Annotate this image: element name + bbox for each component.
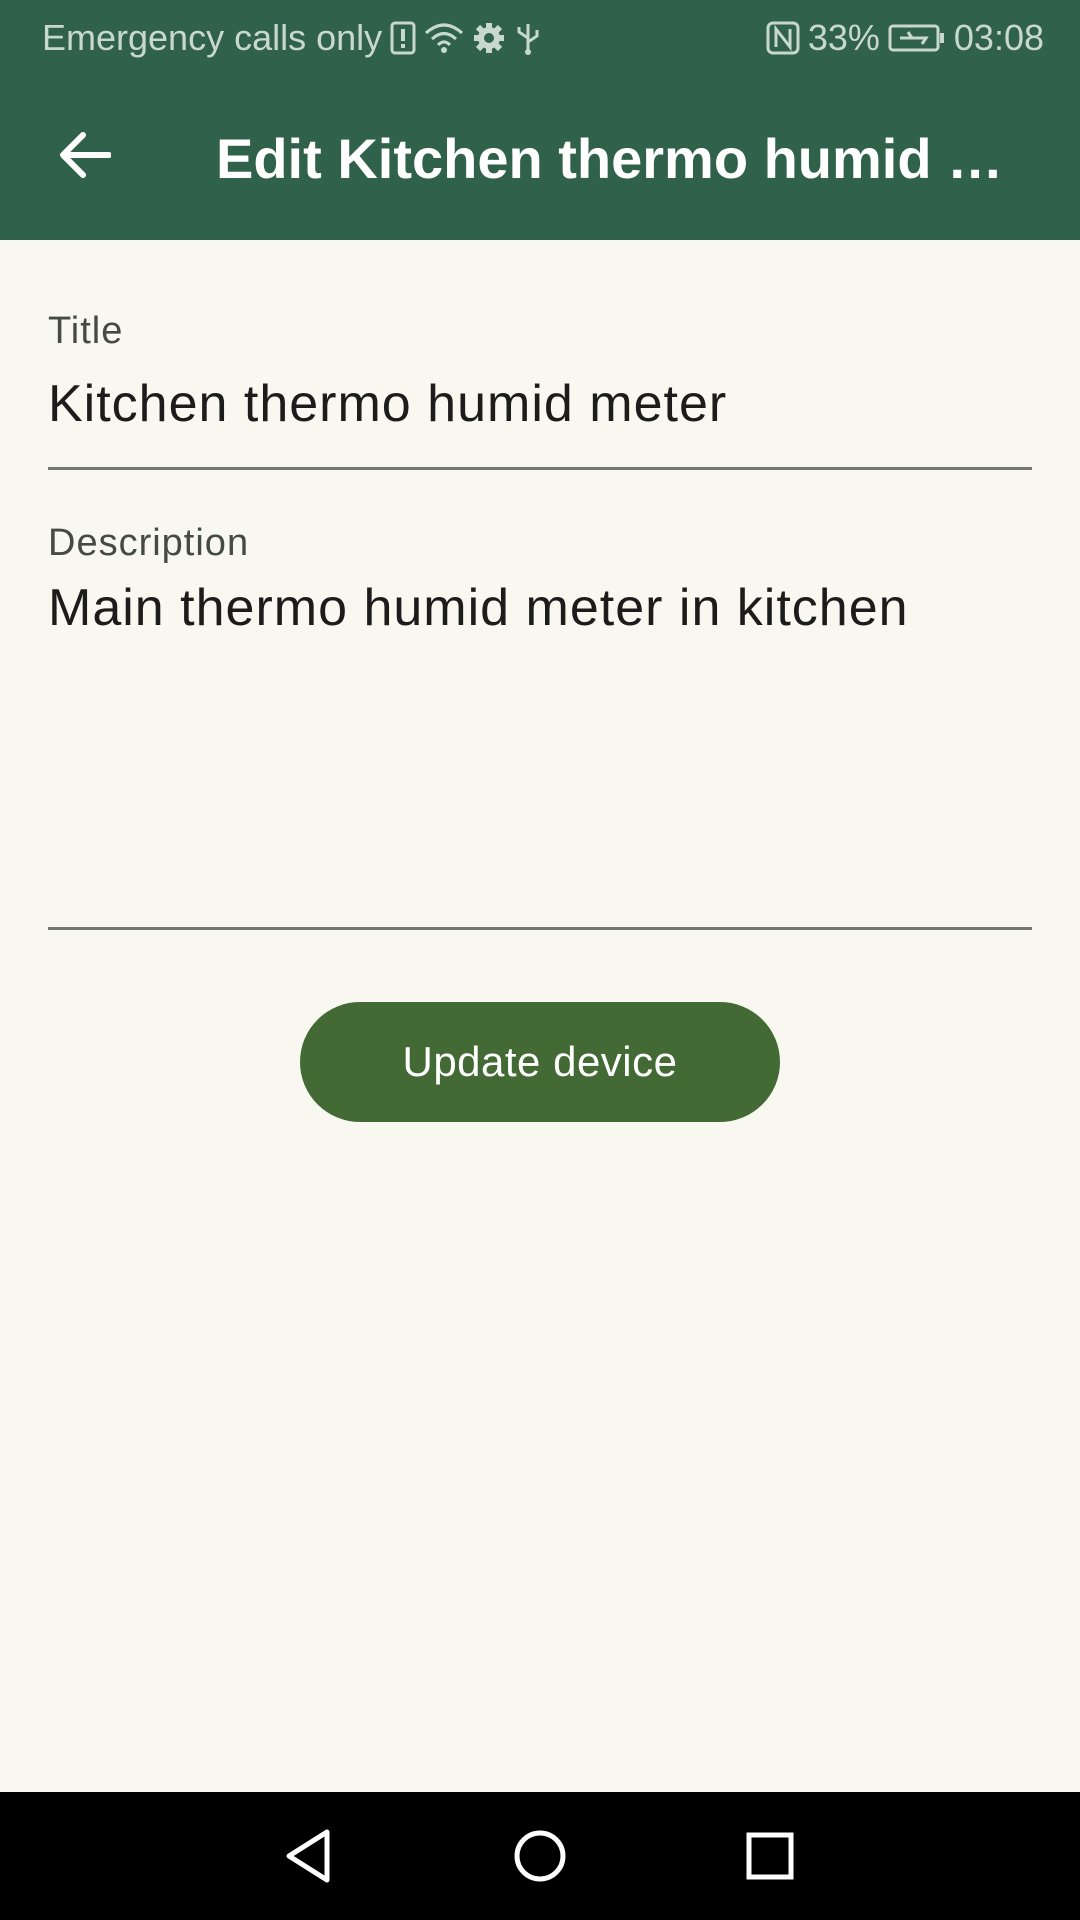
nfc-icon: [766, 21, 800, 55]
status-right: 33% 03:08: [766, 17, 1044, 59]
nav-recents-button[interactable]: [738, 1824, 802, 1888]
status-bar: Emergency calls only 33% 03:08: [0, 0, 1080, 76]
title-field[interactable]: Title Kitchen thermo humid meter: [48, 310, 1032, 472]
description-field[interactable]: Description Main thermo humid meter in k…: [48, 522, 1032, 932]
usb-icon: [514, 20, 542, 56]
description-input[interactable]: Main thermo humid meter in kitchen: [48, 578, 909, 638]
back-button[interactable]: [40, 110, 130, 200]
back-triangle-icon: [286, 1829, 330, 1883]
system-nav-bar: [0, 1792, 1080, 1920]
settings-icon: [472, 21, 506, 55]
title-input[interactable]: Kitchen thermo humid meter: [48, 374, 727, 434]
page-title: Edit Kitchen thermo humid meter: [216, 127, 1016, 190]
arrow-left-icon: [60, 132, 111, 178]
title-field-underline: [48, 467, 1032, 470]
wifi-icon: [424, 21, 464, 55]
app-bar: Edit Kitchen thermo humid meter: [0, 76, 1080, 240]
alert-icon: [390, 21, 416, 55]
title-field-label: Title: [48, 310, 124, 352]
battery-icon: [888, 23, 946, 53]
carrier-text: Emergency calls only: [42, 17, 383, 58]
nav-back-button[interactable]: [276, 1824, 340, 1888]
description-field-label: Description: [48, 522, 250, 564]
nav-home-button[interactable]: [508, 1824, 572, 1888]
battery-percent: 33%: [807, 17, 880, 58]
recents-square-icon: [746, 1832, 794, 1880]
description-field-underline: [48, 927, 1032, 930]
clock: 03:08: [953, 17, 1044, 58]
update-device-button[interactable]: Update device: [300, 1002, 780, 1122]
home-circle-icon: [514, 1830, 566, 1882]
status-left: Emergency calls only: [42, 17, 542, 59]
